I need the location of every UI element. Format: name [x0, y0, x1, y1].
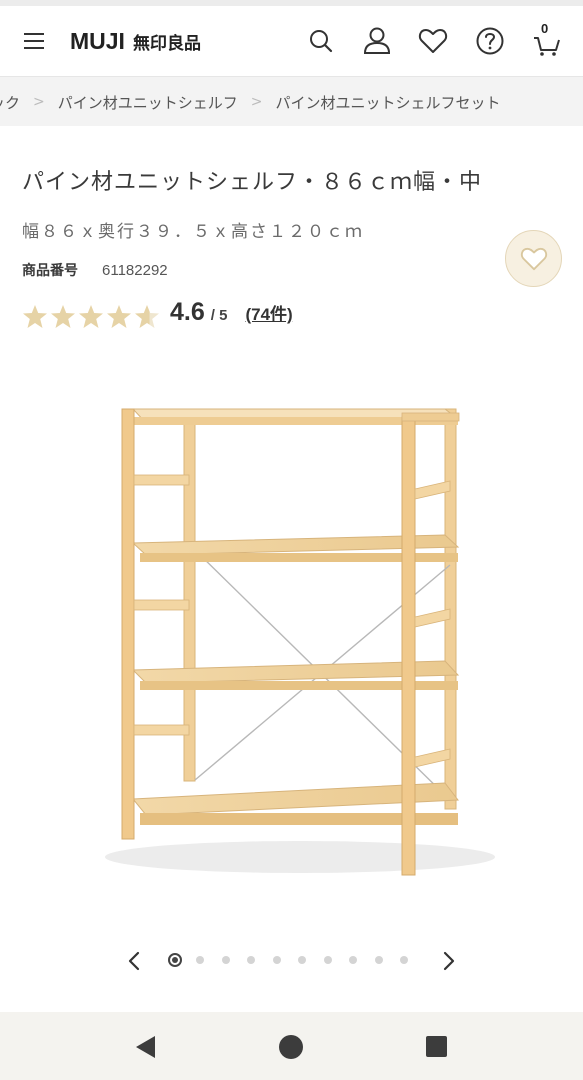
chevron-right-icon[interactable]	[436, 949, 460, 973]
image-carousel-nav	[0, 945, 583, 977]
carousel-dot[interactable]	[196, 956, 204, 964]
favorite-button[interactable]	[505, 230, 562, 287]
product-dimensions: 幅８６ｘ奥行３９．５ｘ高さ１２０ｃｍ	[22, 222, 364, 242]
carousel-dots	[168, 953, 426, 967]
site-header: MUJI 無印良品 0	[0, 6, 583, 76]
review-count-link[interactable]: (74件)	[245, 300, 292, 325]
rating-score: 4.6	[170, 298, 205, 326]
star-icon	[22, 304, 48, 329]
help-icon[interactable]	[475, 25, 505, 57]
carousel-dot[interactable]	[374, 956, 383, 964]
breadcrumb: ック > パイン材ユニットシェルフ > パイン材ユニットシェルフセット	[0, 76, 583, 126]
menu-icon[interactable]	[24, 33, 44, 49]
sku-label: 商品番号	[22, 263, 78, 279]
carousel-dot[interactable]	[298, 956, 306, 964]
star-rating	[22, 304, 160, 329]
product-title: パイン材ユニットシェルフ・８６ｃｍ幅・中	[22, 170, 483, 195]
carousel-dot[interactable]	[349, 956, 357, 964]
logo-text-en: MUJI	[70, 27, 125, 54]
carousel-dot[interactable]	[272, 956, 281, 964]
recents-icon[interactable]	[424, 1034, 450, 1060]
carousel-dot[interactable]	[400, 956, 408, 964]
rating-max: / 5	[210, 307, 228, 324]
breadcrumb-separator: >	[250, 94, 263, 110]
sku-value: 61182292	[102, 261, 168, 279]
breadcrumb-separator: >	[33, 94, 45, 110]
cart-count: 0	[541, 21, 549, 36]
search-icon[interactable]	[306, 25, 336, 57]
star-icon	[134, 304, 160, 329]
carousel-dot[interactable]	[168, 953, 182, 967]
star-icon	[50, 304, 76, 329]
cart-icon[interactable]: 0	[532, 21, 562, 57]
logo-text-jp: 無印良品	[132, 33, 201, 54]
carousel-dot[interactable]	[221, 956, 230, 964]
heart-icon	[520, 247, 547, 270]
carousel-dot[interactable]	[247, 956, 255, 964]
back-icon[interactable]	[133, 1034, 159, 1060]
product-number: 商品番号 61182292	[22, 260, 168, 280]
brand-logo[interactable]: MUJI 無印良品	[70, 26, 201, 56]
rating-summary: 4.6 / 5 (74件)	[22, 298, 293, 334]
breadcrumb-item[interactable]: ック	[0, 92, 20, 113]
chevron-left-icon[interactable]	[123, 949, 147, 973]
product-image[interactable]	[100, 395, 500, 890]
account-icon[interactable]	[362, 25, 392, 57]
home-icon[interactable]	[278, 1034, 304, 1060]
breadcrumb-item[interactable]: パイン材ユニットシェルフセット	[276, 92, 501, 113]
heart-icon[interactable]	[418, 25, 448, 57]
breadcrumb-item[interactable]: パイン材ユニットシェルフ	[58, 92, 238, 113]
star-icon	[78, 304, 104, 329]
carousel-dot[interactable]	[323, 956, 332, 964]
system-navigation-bar	[0, 1012, 583, 1080]
star-icon	[106, 304, 132, 329]
